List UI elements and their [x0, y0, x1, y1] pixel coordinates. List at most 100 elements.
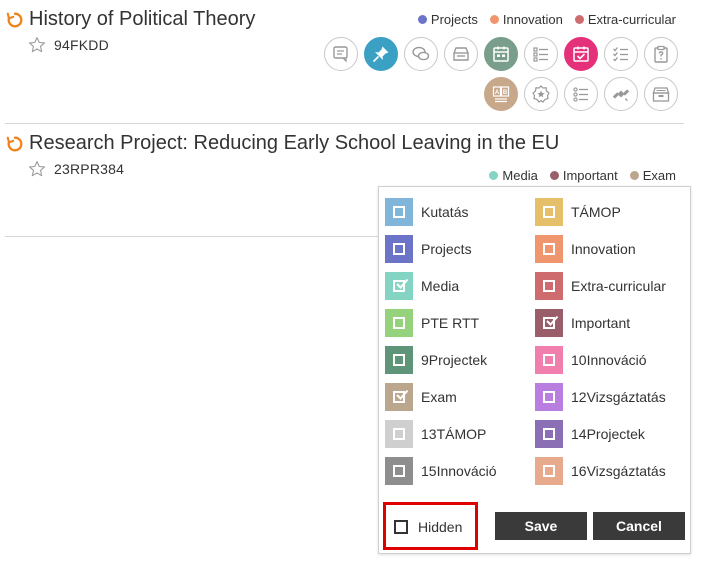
label-swatch[interactable] — [385, 457, 413, 485]
label-checkbox[interactable] — [393, 243, 405, 255]
star-outline-icon[interactable] — [28, 160, 46, 178]
label-swatch[interactable] — [535, 309, 563, 337]
label-checkbox[interactable] — [393, 278, 408, 292]
course-tags: Projects Innovation Extra-curricular — [417, 12, 676, 27]
label-option-text: Kutatás — [421, 204, 469, 220]
label-checkbox[interactable] — [543, 243, 555, 255]
ab-test-icon[interactable]: AB — [484, 77, 518, 111]
label-swatch[interactable] — [535, 420, 563, 448]
label-swatch[interactable] — [385, 346, 413, 374]
label-checkbox[interactable] — [543, 280, 555, 292]
label-checkbox[interactable] — [393, 389, 408, 403]
tag-label: Exam — [642, 168, 676, 183]
label-checkbox[interactable] — [543, 391, 555, 403]
label-checkbox[interactable] — [393, 317, 405, 329]
label-option[interactable]: TÁMOP — [535, 198, 621, 226]
save-button[interactable]: Save — [495, 512, 587, 540]
label-option[interactable]: 13TÁMOP — [385, 420, 486, 448]
hidden-label: Hidden — [418, 519, 463, 535]
label-swatch[interactable] — [535, 235, 563, 263]
label-option-text: Projects — [421, 241, 472, 257]
label-swatch[interactable] — [385, 198, 413, 226]
label-swatch[interactable] — [535, 457, 563, 485]
label-swatch[interactable] — [535, 198, 563, 226]
label-checkbox[interactable] — [393, 354, 405, 366]
checkmark-icon — [546, 315, 558, 326]
label-option[interactable]: 9Projectek — [385, 346, 487, 374]
tag-dot — [417, 15, 427, 24]
label-checkbox[interactable] — [393, 465, 405, 477]
checklist-icon[interactable] — [604, 37, 638, 71]
label-swatch[interactable] — [385, 420, 413, 448]
label-option[interactable]: Media — [385, 272, 459, 300]
label-option[interactable]: Kutatás — [385, 198, 468, 226]
course-code-row: 94FKDD — [28, 36, 109, 54]
hidden-checkbox-box[interactable] — [394, 520, 408, 534]
satellite-icon[interactable] — [604, 77, 638, 111]
label-option[interactable]: 12Vizsgáztatás — [535, 383, 666, 411]
star-outline-icon[interactable] — [28, 36, 46, 54]
tag: Exam — [629, 168, 676, 183]
label-checkbox[interactable] — [543, 354, 555, 366]
checkmark-icon — [396, 389, 408, 400]
tag-label: Projects — [430, 12, 478, 27]
label-swatch[interactable] — [535, 272, 563, 300]
tag-label: Important — [562, 168, 618, 183]
course-title-row[interactable]: Research Project: Reducing Early School … — [6, 132, 559, 155]
label-option[interactable]: Projects — [385, 235, 472, 263]
label-option-text: Extra-curricular — [571, 278, 666, 294]
label-option[interactable]: 14Projectek — [535, 420, 645, 448]
label-swatch[interactable] — [385, 309, 413, 337]
course-code: 94FKDD — [54, 37, 109, 53]
checkmark-icon — [396, 278, 408, 289]
svg-text:A: A — [495, 90, 500, 96]
hidden-checkbox[interactable]: Hidden — [394, 519, 462, 535]
svg-text:B: B — [503, 90, 508, 96]
archive-icon[interactable] — [644, 77, 678, 111]
label-option-text: Media — [421, 278, 460, 294]
label-swatch[interactable] — [385, 383, 413, 411]
badge-star-icon[interactable] — [524, 77, 558, 111]
label-checkbox[interactable] — [393, 428, 405, 440]
inbox-tray-icon[interactable] — [444, 37, 478, 71]
label-option[interactable]: 10Innováció — [535, 346, 647, 374]
label-swatch[interactable] — [385, 272, 413, 300]
tag: Innovation — [489, 12, 563, 27]
list-alt-icon[interactable] — [564, 77, 598, 111]
label-checkbox[interactable] — [543, 465, 555, 477]
label-swatch[interactable] — [535, 346, 563, 374]
label-swatch[interactable] — [535, 383, 563, 411]
tag-label: Extra-curricular — [587, 12, 676, 27]
tag: Media — [489, 168, 538, 183]
label-option[interactable]: Exam — [385, 383, 457, 411]
label-checkbox[interactable] — [543, 315, 558, 329]
label-option-text: 14Projectek — [571, 426, 645, 442]
label-option[interactable]: PTE RTT — [385, 309, 479, 337]
label-option[interactable]: 15Innováció — [385, 457, 497, 485]
label-option[interactable]: Innovation — [535, 235, 636, 263]
label-option[interactable]: Extra-curricular — [535, 272, 666, 300]
calendar-check-icon[interactable] — [564, 37, 598, 71]
label-checkbox[interactable] — [543, 206, 555, 218]
course-title[interactable]: History of Political Theory — [29, 8, 255, 31]
refresh-icon — [6, 12, 23, 27]
divider — [5, 123, 684, 124]
label-option[interactable]: 16Vizsgáztatás — [535, 457, 666, 485]
label-swatch[interactable] — [385, 235, 413, 263]
label-checkbox[interactable] — [393, 206, 405, 218]
tag-label: Innovation — [502, 12, 563, 27]
calendar-icon[interactable] — [484, 37, 518, 71]
forum-post-icon[interactable] — [324, 37, 358, 71]
label-option-text: Exam — [421, 389, 457, 405]
label-checkbox[interactable] — [543, 428, 555, 440]
list-icon[interactable] — [524, 37, 558, 71]
cancel-button[interactable]: Cancel — [593, 512, 685, 540]
pin-icon[interactable] — [364, 37, 398, 71]
course-title-row[interactable]: History of Political Theory — [6, 8, 255, 31]
course-title[interactable]: Research Project: Reducing Early School … — [29, 132, 559, 155]
divider — [5, 236, 378, 237]
chat-icon[interactable] — [404, 37, 438, 71]
clipboard-question-icon[interactable] — [644, 37, 678, 71]
label-option[interactable]: Important — [535, 309, 630, 337]
label-option-text: TÁMOP — [571, 204, 621, 220]
